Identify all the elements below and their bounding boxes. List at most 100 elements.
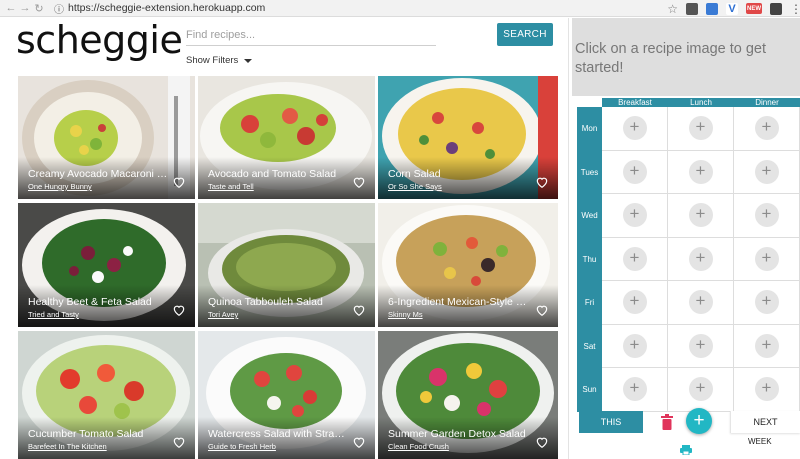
recipe-card[interactable]: Watercress Salad with Straw... Guide to … [198,331,375,459]
add-meal-plus-icon[interactable]: + [622,377,647,402]
add-meal-plus-icon[interactable]: + [688,333,713,358]
heart-icon[interactable] [172,303,186,317]
recipe-source-link[interactable]: Taste and Tell [208,182,254,191]
reload-icon[interactable]: ↻ [32,1,46,15]
back-arrow-icon[interactable]: ← [4,1,18,15]
meal-slot[interactable]: + [734,107,800,151]
next-week-button[interactable]: NEXT [730,411,800,433]
meal-slot[interactable]: + [602,281,668,325]
recipe-source-link[interactable]: Tried and Tasty [28,310,79,319]
recipe-source-link[interactable]: Tori Avey [208,310,238,319]
heart-icon[interactable] [535,303,549,317]
recipe-card[interactable]: Summer Garden Detox Salad Clean Food Cru… [378,331,558,459]
search-input[interactable] [186,24,436,46]
meal-slot[interactable]: + [734,368,800,412]
meal-slot[interactable]: + [668,194,734,238]
heart-icon[interactable] [352,435,366,449]
recipe-source-link[interactable]: Or So She Says [388,182,442,191]
menu-icon[interactable]: ⋮ [790,2,800,16]
meal-slot[interactable]: + [602,324,668,368]
recipe-title[interactable]: Cucumber Tomato Salad [28,428,143,440]
extension-icon[interactable] [706,2,718,15]
heart-icon[interactable] [352,175,366,189]
recipe-source-link[interactable]: One Hungry Bunny [28,182,92,191]
recipe-card[interactable]: Creamy Avocado Macaroni S... One Hungry … [18,76,195,199]
show-filters-toggle[interactable]: Show Filters [186,55,253,66]
add-meal-plus-icon[interactable]: + [754,116,779,141]
meal-slot[interactable]: + [734,237,800,281]
meal-slot[interactable]: + [668,107,734,151]
extension-icon[interactable] [770,2,782,15]
recipe-card[interactable]: Cucumber Tomato Salad Barefeet In The Ki… [18,331,195,459]
recipe-card[interactable]: 6-Ingredient Mexican-Style Q... Skinny M… [378,203,558,327]
recipe-card[interactable]: Corn Salad Or So She Says [378,76,558,199]
meal-slot[interactable]: + [668,237,734,281]
meal-slot[interactable]: + [668,324,734,368]
recipe-title[interactable]: Corn Salad [388,168,441,180]
recipe-source-link[interactable]: Skinny Ms [388,310,423,319]
extension-icon[interactable] [686,2,698,15]
recipe-title[interactable]: Watercress Salad with Straw... [208,428,348,440]
heart-icon[interactable] [352,303,366,317]
heart-icon[interactable] [172,175,186,189]
recipe-title[interactable]: Healthy Beet & Feta Salad [28,296,152,308]
recipe-title[interactable]: Quinoa Tabbouleh Salad [208,296,323,308]
trash-icon[interactable] [660,414,674,430]
heart-icon[interactable] [172,435,186,449]
add-meal-plus-icon[interactable]: + [754,290,779,315]
add-meal-plus-icon[interactable]: + [688,159,713,184]
recipe-title[interactable]: Summer Garden Detox Salad [388,428,526,440]
recipe-title[interactable]: Avocado and Tomato Salad [208,168,336,180]
info-icon[interactable]: ⓘ [54,1,64,16]
meal-slot[interactable]: + [602,237,668,281]
add-meal-plus-icon[interactable]: + [688,290,713,315]
day-label: Fri [584,298,595,308]
recipe-source-link[interactable]: Guide to Fresh Herb [208,442,276,451]
add-meal-plus-icon[interactable]: + [622,246,647,271]
extension-v-icon[interactable]: V [726,2,738,15]
add-meal-plus-icon[interactable]: + [622,159,647,184]
meal-slot[interactable]: + [602,194,668,238]
add-meal-plus-icon[interactable]: + [754,159,779,184]
add-meal-plus-icon[interactable]: + [688,203,713,228]
add-meal-plus-icon[interactable]: + [622,333,647,358]
add-meal-plus-icon[interactable]: + [622,290,647,315]
meal-slot[interactable]: + [668,281,734,325]
meal-slot[interactable]: + [734,281,800,325]
recipe-card[interactable]: Avocado and Tomato Salad Taste and Tell [198,76,375,199]
add-meal-plus-icon[interactable]: + [622,203,647,228]
recipe-title[interactable]: Creamy Avocado Macaroni S... [28,168,168,180]
meal-slot[interactable]: + [602,368,668,412]
add-meal-plus-icon[interactable]: + [688,377,713,402]
add-meal-plus-icon[interactable]: + [688,246,713,271]
add-meal-plus-icon[interactable]: + [754,377,779,402]
forward-arrow-icon[interactable]: → [18,1,32,15]
add-meal-plus-icon[interactable]: + [688,116,713,141]
search-button[interactable]: SEARCH [497,23,553,46]
recipe-source-link[interactable]: Clean Food Crush [388,442,449,451]
meal-slot[interactable]: + [668,150,734,194]
add-meal-plus-icon[interactable]: + [754,333,779,358]
printer-icon[interactable] [680,445,692,455]
meal-slot[interactable]: + [668,368,734,412]
extension-new-badge[interactable]: NEW [746,3,762,14]
add-meal-plus-icon[interactable]: + [622,116,647,141]
recipe-card[interactable]: Healthy Beet & Feta Salad Tried and Tast… [18,203,195,327]
add-meal-plus-icon[interactable]: + [754,246,779,271]
add-fab-button[interactable]: + [686,408,712,434]
meal-slot[interactable]: + [734,150,800,194]
recipe-card[interactable]: Quinoa Tabbouleh Salad Tori Avey [198,203,375,327]
meal-slot[interactable]: + [602,107,668,151]
meal-slot[interactable]: + [602,150,668,194]
this-week-button[interactable]: THIS [579,411,643,433]
address-bar[interactable]: https://scheggie-extension.herokuapp.com [68,2,265,14]
meal-slot[interactable]: + [734,324,800,368]
add-meal-plus-icon[interactable]: + [754,203,779,228]
heart-icon[interactable] [535,175,549,189]
meal-slot[interactable]: + [734,194,800,238]
recipe-title[interactable]: 6-Ingredient Mexican-Style Q... [388,296,528,308]
bookmark-star-icon[interactable]: ☆ [667,2,678,16]
recipe-source-link[interactable]: Barefeet In The Kitchen [28,442,107,451]
app-logo[interactable]: scheggie [16,18,183,62]
heart-icon[interactable] [535,435,549,449]
